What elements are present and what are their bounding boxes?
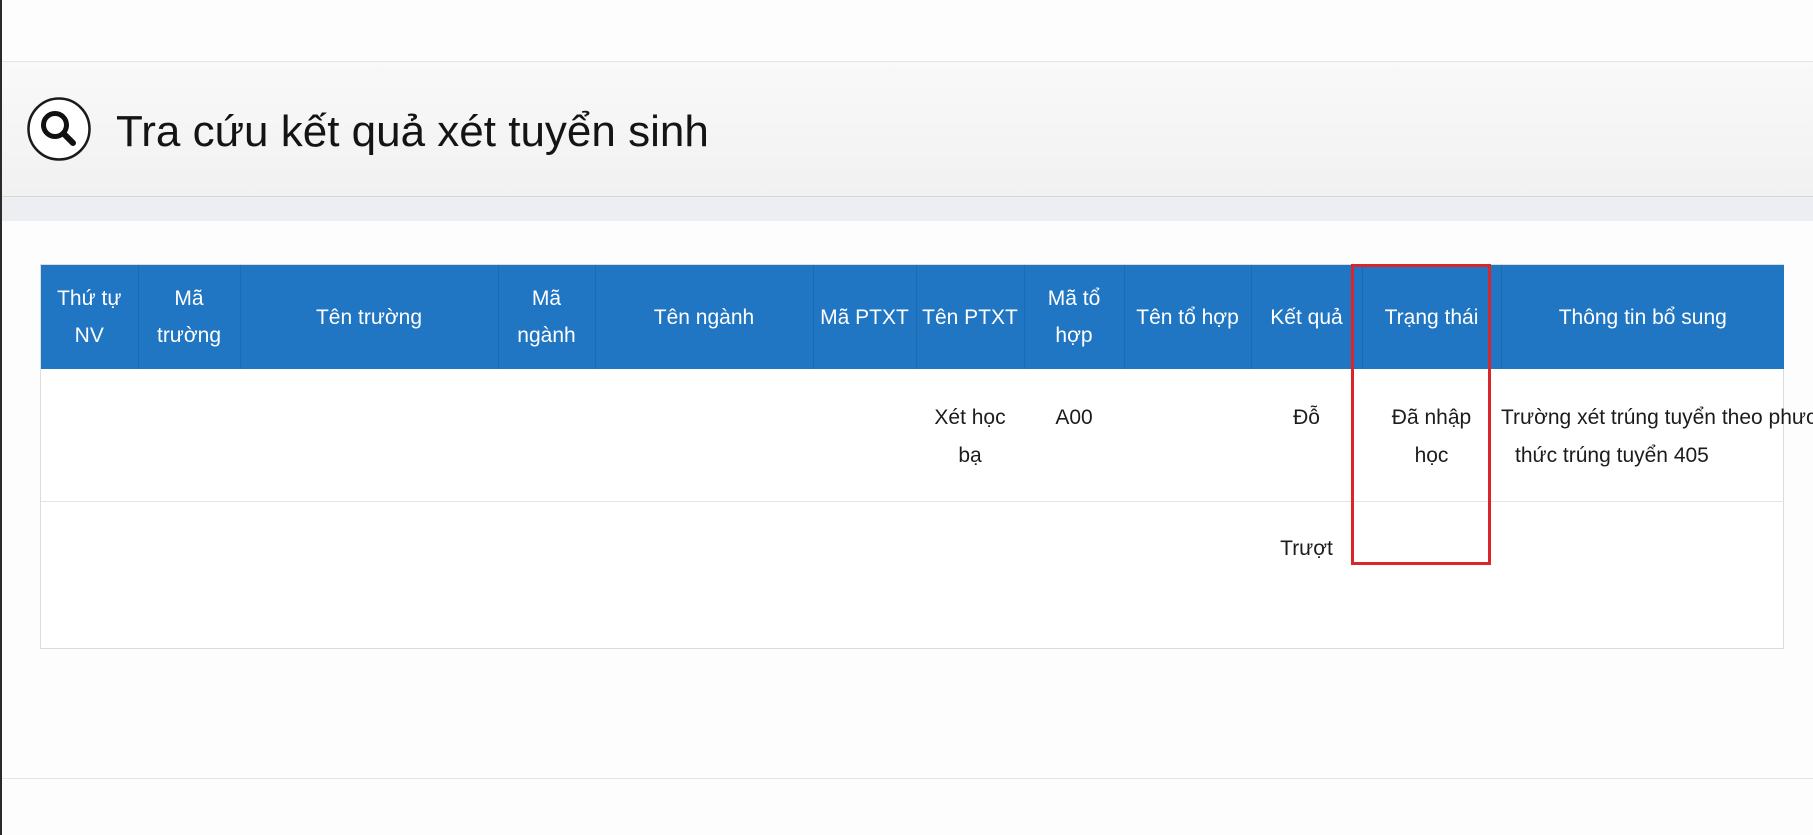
cell-ten-nganh (595, 369, 813, 502)
cell-trang-thai (1362, 501, 1501, 649)
cell-ma-nganh (498, 501, 595, 649)
column-header-ten-nganh: Tên ngành (595, 265, 814, 369)
column-header-ma-ptxt: Mã PTXT (813, 265, 917, 369)
column-header-ma-truong: Mã trường (138, 265, 241, 369)
cell-ma-truong (138, 369, 240, 502)
cell-thu-tu-nv (41, 501, 138, 649)
table-header-row: Thứ tự NV Mã trường Tên trường Mã ngành … (41, 265, 1784, 369)
table-row: Trượt (41, 501, 1784, 649)
cell-ma-nganh (498, 369, 595, 502)
column-header-trang-thai: Trạng thái (1362, 265, 1502, 369)
column-header-ten-ptxt: Tên PTXT (916, 265, 1025, 369)
results-table-container: Thứ tự NV Mã trường Tên trường Mã ngành … (40, 264, 1813, 649)
cell-trang-thai: Đã nhập học (1362, 369, 1501, 502)
cell-ket-qua: Đỗ (1251, 369, 1362, 502)
column-header-ma-nganh: Mã ngành (498, 265, 596, 369)
cell-ma-ptxt (813, 369, 916, 502)
cell-ten-nganh (595, 501, 813, 649)
cell-ma-to-hop (1024, 501, 1124, 649)
cell-ket-qua: Trượt (1280, 536, 1333, 560)
top-strip (2, 0, 1813, 62)
cell-ma-ptxt (813, 501, 916, 649)
table-row: Xét học bạ A00 Đỗ Đã nhập học Trường xét… (41, 369, 1813, 502)
search-icon (27, 97, 91, 161)
column-header-ma-to-hop: Mã tổ hợp (1024, 265, 1125, 369)
cell-ten-truong (240, 501, 498, 649)
info-line-1: Trường xét trúng tuyển theo phương (1501, 406, 1813, 429)
cell-ten-ptxt: Xét học bạ (916, 369, 1024, 502)
cell-ten-ptxt (916, 501, 1024, 649)
results-table: Thứ tự NV Mã trường Tên trường Mã ngành … (41, 265, 1813, 649)
cell-thu-tu-nv (41, 369, 138, 502)
column-header-ket-qua: Kết quả (1251, 265, 1363, 369)
cell-ten-truong (240, 369, 498, 502)
cell-thong-tin-bo-sung (1501, 501, 1784, 649)
footer-divider (2, 778, 1813, 779)
cell-thong-tin-bo-sung: Trường xét trúng tuyển theo phương thức … (1501, 369, 1813, 502)
column-header-thu-tu-nv: Thứ tự NV (41, 265, 139, 369)
cell-ten-to-hop (1124, 369, 1251, 502)
column-header-ten-truong: Tên trường (240, 265, 499, 369)
cell-ma-to-hop: A00 (1024, 369, 1124, 502)
info-line-2: thức trúng tuyển 405 (1515, 444, 1709, 467)
header-divider (2, 197, 1813, 221)
cell-ma-truong (138, 501, 240, 649)
cell-ten-to-hop (1124, 501, 1251, 649)
column-header-ten-to-hop: Tên tổ hợp (1124, 265, 1252, 369)
column-header-thong-tin-bo-sung: Thông tin bổ sung (1558, 305, 1727, 329)
page-title: Tra cứu kết quả xét tuyển sinh (116, 107, 709, 156)
